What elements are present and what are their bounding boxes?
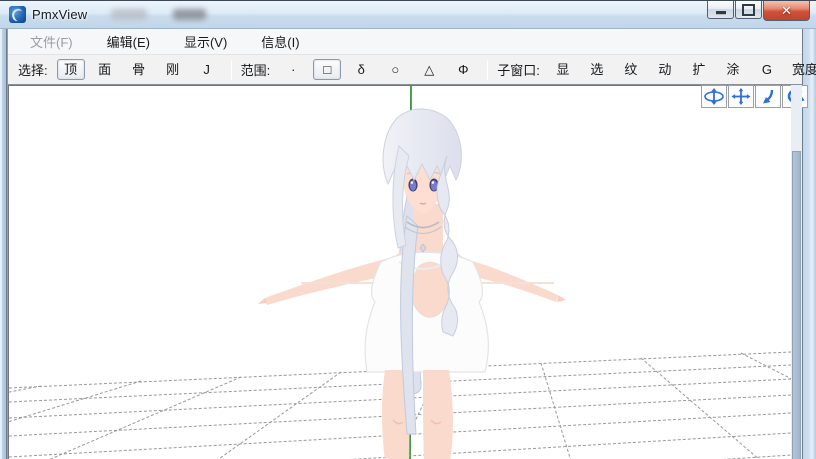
pan-view-icon bbox=[731, 88, 751, 105]
subwindow-width-button[interactable]: 宽度 bbox=[787, 59, 815, 80]
menu-bar: 文件(F) 编辑(E) 显示(V) 信息(I) bbox=[8, 29, 802, 55]
app-icon bbox=[9, 6, 26, 23]
menu-view[interactable]: 显示(V) bbox=[174, 29, 237, 54]
pan-view-button[interactable] bbox=[728, 85, 754, 108]
minimize-icon bbox=[716, 11, 726, 15]
range-triangle-button[interactable]: △ bbox=[415, 59, 443, 80]
pmxview-window: PmxView ✕ 文件(F) 编辑(E) 显示(V) 信息(I) 选择: 顶 … bbox=[0, 0, 816, 459]
title-bar[interactable]: PmxView ✕ bbox=[0, 1, 816, 29]
range-delta-button[interactable]: δ bbox=[347, 59, 375, 80]
range-circle-button[interactable]: ○ bbox=[381, 59, 409, 80]
subwindow-motion-button[interactable]: 动 bbox=[651, 59, 679, 80]
range-phi-button[interactable]: Φ bbox=[449, 59, 477, 80]
close-button[interactable]: ✕ bbox=[763, 1, 810, 21]
close-icon: ✕ bbox=[781, 4, 792, 17]
rotate-view-button[interactable] bbox=[701, 85, 727, 108]
menu-file[interactable]: 文件(F) bbox=[20, 29, 83, 54]
subwindow-g-button[interactable]: G bbox=[753, 59, 781, 80]
range-box-button[interactable]: □ bbox=[313, 59, 341, 80]
scrollbar-thumb[interactable] bbox=[792, 151, 801, 459]
zoom-view-button[interactable] bbox=[755, 85, 781, 108]
select-label: 选择: bbox=[18, 60, 48, 79]
rotate-view-icon bbox=[703, 88, 725, 105]
select-bone-button[interactable]: 骨 bbox=[125, 59, 153, 80]
toolbar: 选择: 顶 面 骨 刚 J 范围: · □ δ ○ △ Φ 子窗口: 显 选 纹… bbox=[8, 55, 802, 85]
menu-info[interactable]: 信息(I) bbox=[251, 29, 309, 54]
blurred-region bbox=[111, 9, 147, 20]
range-point-button[interactable]: · bbox=[279, 59, 307, 80]
subwindow-select-button[interactable]: 选 bbox=[583, 59, 611, 80]
select-rigid-button[interactable]: 刚 bbox=[159, 59, 187, 80]
maximize-icon bbox=[742, 4, 755, 16]
range-label: 范围: bbox=[241, 60, 271, 79]
window-frame-left bbox=[0, 28, 8, 459]
menu-edit[interactable]: 编辑(E) bbox=[97, 29, 160, 54]
viewport-scrollbar[interactable] bbox=[791, 85, 802, 459]
select-joint-button[interactable]: J bbox=[193, 59, 221, 80]
blurred-region bbox=[173, 9, 206, 20]
select-vertex-button[interactable]: 顶 bbox=[57, 59, 85, 80]
window-title: PmxView bbox=[32, 7, 87, 22]
subwindow-paint-button[interactable]: 涂 bbox=[719, 59, 747, 80]
toolbar-separator bbox=[487, 60, 488, 80]
maximize-button[interactable] bbox=[735, 1, 762, 19]
3d-scene bbox=[9, 86, 791, 459]
select-face-button[interactable]: 面 bbox=[91, 59, 119, 80]
subwindow-extend-button[interactable]: 扩 bbox=[685, 59, 713, 80]
subwindow-texture-button[interactable]: 纹 bbox=[617, 59, 645, 80]
subwindow-display-button[interactable]: 显 bbox=[549, 59, 577, 80]
3d-viewport[interactable] bbox=[8, 85, 792, 459]
zoom-view-icon bbox=[759, 88, 777, 105]
character-model bbox=[258, 109, 566, 459]
window-controls: ✕ bbox=[706, 1, 810, 21]
minimize-button[interactable] bbox=[707, 1, 734, 19]
toolbar-separator bbox=[231, 60, 232, 80]
subwindow-label: 子窗口: bbox=[497, 60, 540, 79]
